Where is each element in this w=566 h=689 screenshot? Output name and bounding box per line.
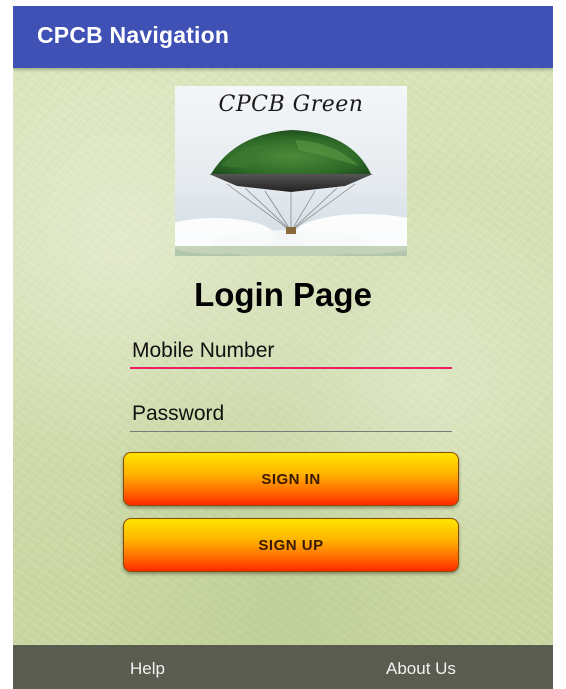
mobile-number-field[interactable] xyxy=(130,333,452,369)
page-title: Login Page xyxy=(194,276,372,313)
logo-image: CPCB Green xyxy=(175,86,407,256)
sign-up-button[interactable]: SIGN UP xyxy=(123,518,459,572)
password-input[interactable] xyxy=(130,396,452,432)
sign-in-button[interactable]: SIGN IN xyxy=(123,452,459,506)
mobile-number-input[interactable] xyxy=(130,333,452,369)
logo-text: CPCB Green xyxy=(218,92,364,117)
about-us-link[interactable]: About Us xyxy=(386,659,456,679)
app-screen: CPCB Navigation CPCB Green Login Page Mo… xyxy=(13,6,553,689)
help-link[interactable]: Help xyxy=(130,659,165,679)
mobile-field-underline xyxy=(130,367,452,369)
app-title: CPCB Navigation xyxy=(37,22,230,48)
password-field[interactable] xyxy=(130,396,452,432)
bottom-navigation-bar: Help About Us xyxy=(13,645,553,689)
app-bar: CPCB Navigation xyxy=(13,6,553,68)
password-field-underline xyxy=(130,431,452,432)
